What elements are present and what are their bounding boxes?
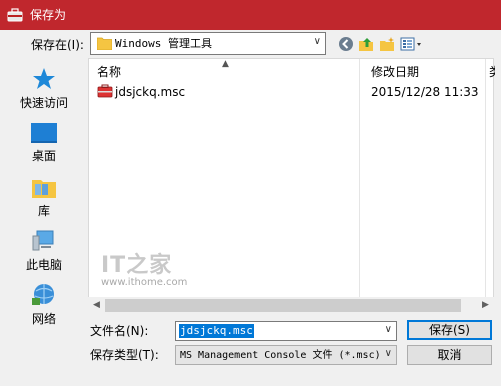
nav-quick-access[interactable]: 快速访问 bbox=[8, 66, 80, 110]
filename-input[interactable]: jdsjckq.msc ∨ bbox=[175, 321, 397, 341]
chevron-down-icon: ∨ bbox=[384, 348, 392, 359]
chevron-down-icon: ∨ bbox=[313, 36, 321, 47]
horizontal-scrollbar[interactable]: ◀ ▶ bbox=[88, 297, 494, 314]
file-row[interactable]: jdsjckq.msc 2015/12/28 11:33 bbox=[95, 83, 489, 101]
navigation-pane: 快速访问 桌面 库 此电脑 网络 bbox=[0, 58, 88, 326]
column-header-type[interactable]: 类 bbox=[489, 65, 495, 79]
star-icon bbox=[33, 68, 55, 89]
view-menu-icon[interactable] bbox=[400, 36, 424, 52]
up-folder-icon[interactable] bbox=[358, 36, 374, 52]
folder-icon bbox=[97, 37, 112, 50]
nav-desktop[interactable]: 桌面 bbox=[8, 121, 80, 163]
file-modified: 2015/12/28 11:33 bbox=[371, 85, 479, 99]
filename-label: 文件名(N): bbox=[90, 324, 149, 338]
nav-this-pc[interactable]: 此电脑 bbox=[8, 228, 80, 272]
nav-label: 桌面 bbox=[31, 149, 56, 163]
nav-label: 网络 bbox=[31, 312, 56, 326]
cancel-button[interactable]: 取消 bbox=[407, 345, 492, 365]
save-in-label: 保存在(I): bbox=[31, 38, 84, 52]
column-header-modified[interactable]: 修改日期 bbox=[371, 65, 419, 79]
save-in-dropdown[interactable]: Windows 管理工具 ∨ bbox=[90, 32, 326, 55]
desktop-icon bbox=[31, 123, 57, 143]
current-path: Windows 管理工具 bbox=[115, 37, 212, 50]
filename-value: jdsjckq.msc bbox=[179, 324, 254, 338]
library-icon bbox=[32, 180, 56, 198]
msc-file-icon bbox=[97, 84, 113, 98]
sort-ascending-icon: ▲ bbox=[222, 59, 229, 69]
scrollbar-thumb[interactable] bbox=[105, 299, 461, 312]
nav-network[interactable]: 网络 bbox=[8, 282, 80, 326]
filetype-label: 保存类型(T): bbox=[90, 348, 159, 362]
nav-label: 此电脑 bbox=[25, 258, 62, 272]
file-name: jdsjckq.msc bbox=[115, 85, 186, 99]
filetype-value: MS Management Console 文件 (*.msc) bbox=[180, 350, 381, 361]
scroll-right-icon[interactable]: ▶ bbox=[477, 297, 494, 314]
new-folder-icon[interactable] bbox=[379, 36, 395, 52]
toolbox-icon bbox=[7, 8, 23, 22]
watermark-url: www.ithome.com bbox=[101, 277, 188, 288]
computer-icon bbox=[32, 230, 54, 251]
nav-label: 库 bbox=[37, 204, 50, 218]
back-icon[interactable] bbox=[338, 36, 354, 52]
column-header-name[interactable]: 名称 bbox=[97, 65, 121, 79]
watermark-logo: IT之家 bbox=[101, 253, 173, 278]
network-icon bbox=[32, 284, 54, 305]
window-title: 保存为 bbox=[30, 8, 67, 22]
nav-label: 快速访问 bbox=[19, 96, 68, 110]
chevron-down-icon[interactable]: ∨ bbox=[385, 324, 392, 335]
save-button[interactable]: 保存(S) bbox=[407, 320, 492, 340]
filetype-select[interactable]: MS Management Console 文件 (*.msc) ∨ bbox=[175, 345, 397, 365]
save-as-dialog: 保存为 保存在(I): Windows 管理工具 ∨ 快速访问 桌面 库 此电脑… bbox=[0, 0, 501, 386]
watermark: IT之家 www.ithome.com bbox=[101, 247, 191, 288]
title-bar[interactable]: 保存为 bbox=[0, 0, 501, 30]
scroll-left-icon[interactable]: ◀ bbox=[88, 297, 105, 314]
nav-libraries[interactable]: 库 bbox=[8, 174, 80, 218]
file-list[interactable]: ▲ 名称 修改日期 类 jdsjckq.msc 2015/12/28 11:33… bbox=[88, 58, 495, 300]
